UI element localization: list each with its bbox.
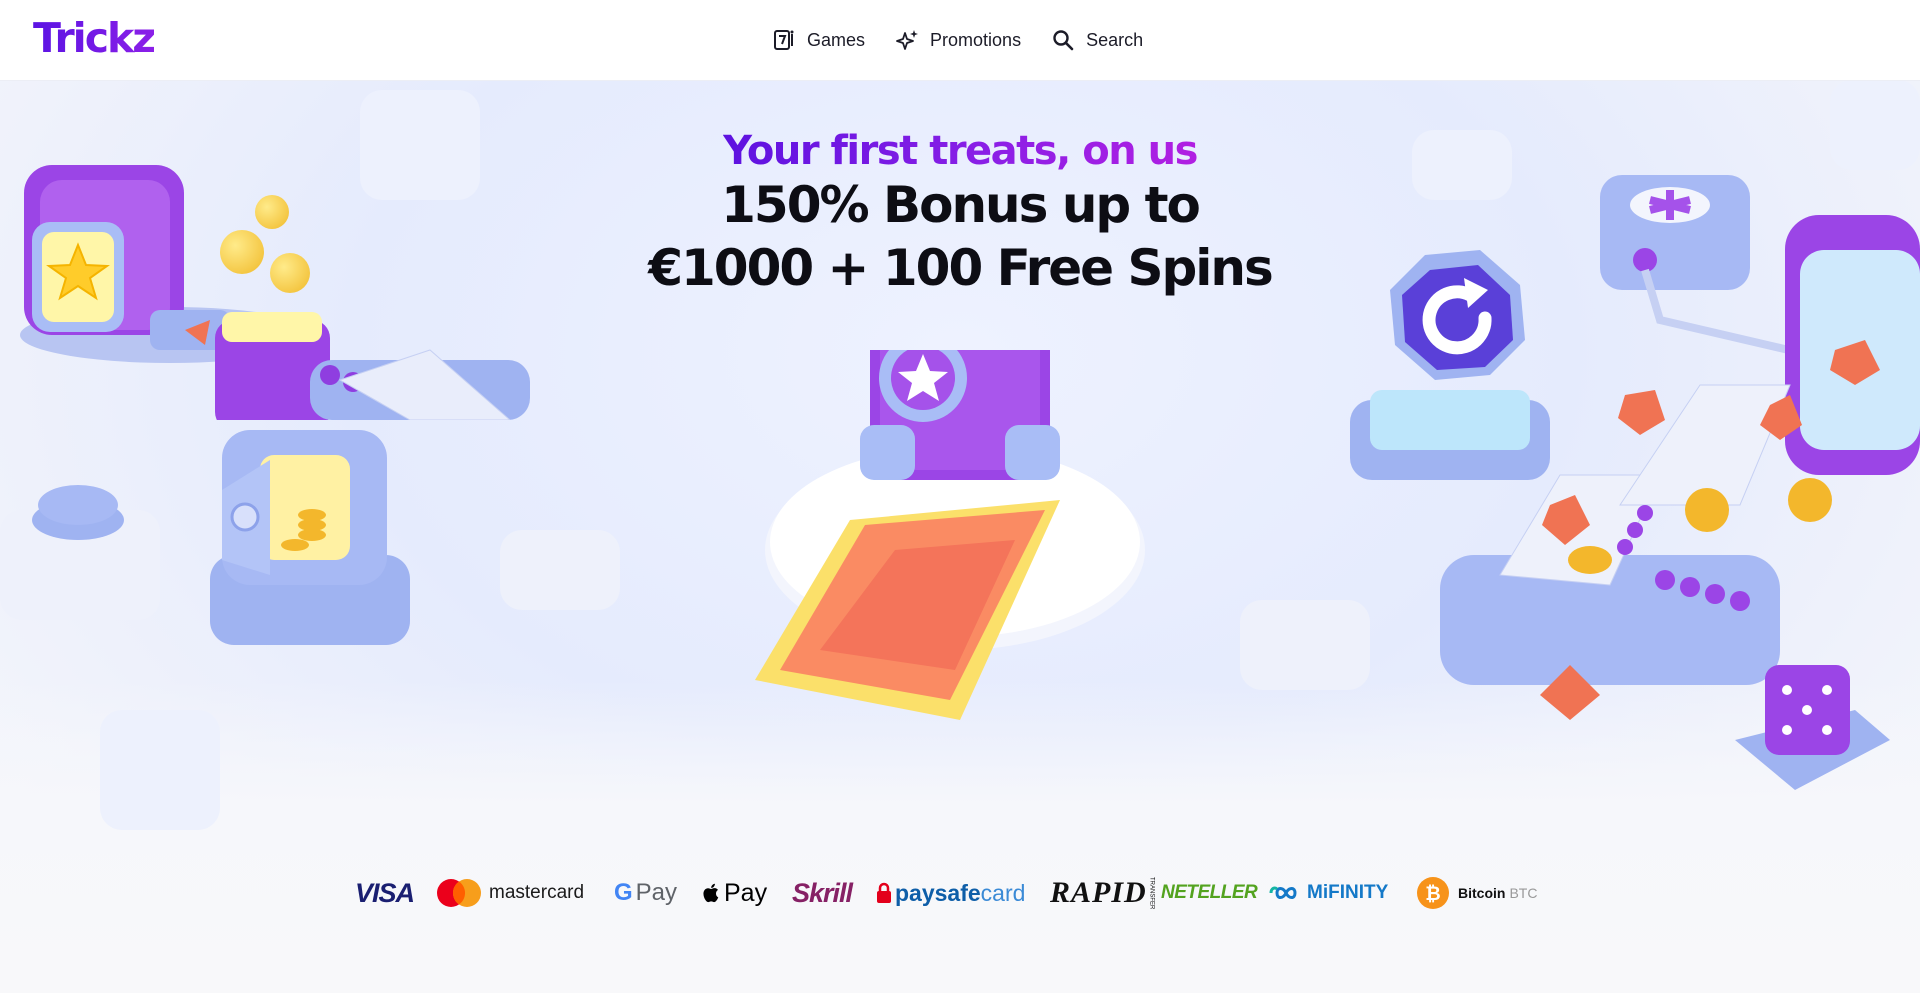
mastercard-icon — [437, 879, 481, 907]
paysafe-text: paysafe — [895, 879, 981, 906]
bg-block — [1240, 600, 1370, 690]
payment-rapid-transfer: RAPID TRANSFER — [1050, 870, 1155, 916]
sparkles-icon — [895, 28, 919, 52]
visa-logo: VISA — [355, 877, 415, 908]
payment-apple-pay: Pay — [703, 870, 767, 916]
payment-skrill: Skrill — [792, 870, 853, 916]
bitcoin-icon: ₿ — [1417, 877, 1449, 909]
rapid-transfer-sub: TRANSFER — [1148, 876, 1155, 910]
paysafecard-label: paysafecard — [895, 880, 1025, 907]
nav-games-label: Games — [807, 29, 866, 50]
round-button-illustration — [32, 485, 124, 540]
payment-mifinity: MiFINITY — [1269, 870, 1388, 916]
nav-promotions[interactable]: Promotions — [895, 22, 1021, 58]
rapid-logo: RAPID — [1050, 876, 1147, 909]
payment-visa: VISA — [355, 870, 415, 916]
payment-paysafecard: paysafecard — [877, 870, 1025, 916]
payment-methods: VISA mastercard G Pay Pay Skrill paysafe… — [355, 870, 1555, 916]
nav-games[interactable]: Games — [772, 22, 865, 58]
payment-bitcoin: ₿ Bitcoin BTC — [1416, 870, 1537, 916]
skrill-logo: Skrill — [792, 877, 853, 908]
mystery-box-illustration — [755, 350, 1145, 720]
conveyor-illustration — [1440, 175, 1920, 720]
top-header: Trickz Games Promotions Search — [0, 0, 1920, 80]
bg-block — [100, 710, 220, 830]
payment-neteller: NETELLER — [1161, 870, 1258, 916]
mastercard-label: mastercard — [489, 882, 585, 903]
smiley-coin-icon — [220, 230, 264, 274]
infinity-icon — [1269, 886, 1297, 899]
main-nav: Games Promotions Search — [772, 22, 1143, 58]
apple-icon — [703, 883, 719, 903]
hero-banner[interactable]: Your first treats, on us 150% Bonus up t… — [0, 80, 1920, 993]
apple-pay-label: Pay — [724, 878, 768, 907]
svg-text:₿: ₿ — [1425, 883, 1440, 905]
hero-tagline: Your first treats, on us — [723, 128, 1198, 174]
trickz-logo[interactable]: Trickz — [33, 14, 156, 62]
bitcoin-label: Bitcoin — [1458, 885, 1506, 901]
bitcoin-code: BTC — [1509, 885, 1538, 901]
smiley-coin-icon — [270, 253, 310, 293]
games-icon — [772, 28, 796, 52]
nav-promotions-label: Promotions — [930, 29, 1022, 50]
payment-google-pay: G Pay — [614, 870, 677, 916]
bg-block — [500, 530, 620, 610]
google-g-icon: G — [614, 879, 633, 906]
dice-illustration — [1735, 665, 1890, 790]
nav-search[interactable]: Search — [1051, 22, 1143, 58]
padlock-icon — [877, 882, 891, 903]
card-text: card — [980, 879, 1026, 906]
vault-illustration — [210, 430, 410, 645]
google-pay-label: Pay — [635, 879, 678, 906]
nav-search-label: Search — [1086, 29, 1144, 50]
neteller-logo: NETELLER — [1161, 882, 1258, 903]
search-icon — [1051, 28, 1075, 52]
payment-mastercard: mastercard — [436, 870, 584, 916]
mifinity-label: MiFINITY — [1307, 882, 1389, 903]
smiley-coin-icon — [255, 195, 289, 229]
